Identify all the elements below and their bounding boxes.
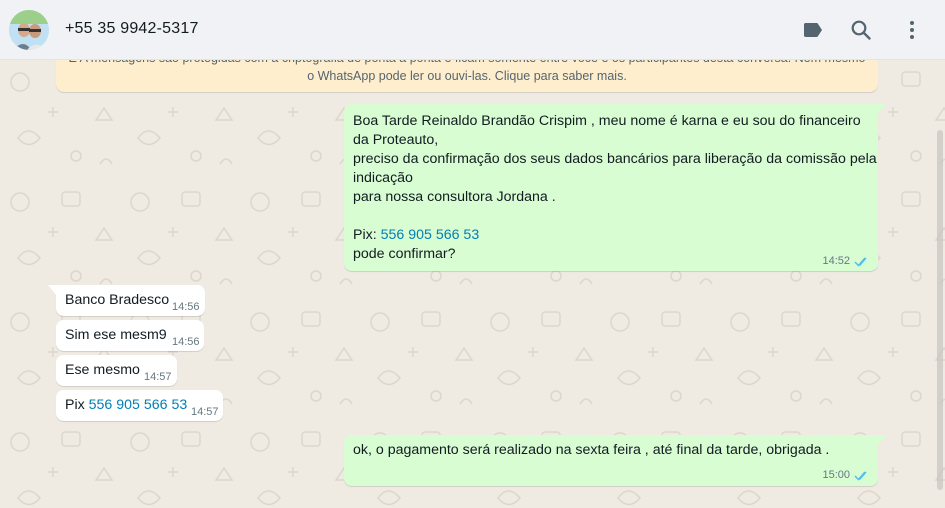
message-line: indicação	[353, 170, 413, 186]
search-icon[interactable]	[849, 18, 873, 42]
menu-icon[interactable]	[900, 18, 924, 42]
pix-label: Pix	[65, 397, 89, 413]
avatar-photo	[9, 10, 49, 50]
message-time: 14:56	[172, 301, 200, 313]
pix-phone-link[interactable]: 556 905 566 53	[381, 227, 480, 243]
message-text: Sim ese mesm9	[65, 327, 167, 343]
outgoing-message[interactable]: Boa Tarde Reinaldo Brandão Crispim , meu…	[344, 104, 886, 271]
message-time: 14:57	[191, 406, 219, 418]
message-line: Pix: 556 905 566 53	[353, 226, 479, 245]
label-icon[interactable]	[801, 18, 825, 42]
pix-phone-link[interactable]: 556 905 566 53	[89, 397, 188, 413]
message-list[interactable]: E A mensagens são protegidas com a cript…	[0, 60, 945, 508]
encryption-notice[interactable]: E A mensagens são protegidas com a cript…	[56, 60, 878, 92]
message-text: Banco Bradesco	[65, 292, 170, 308]
bubble-tail	[48, 285, 56, 295]
double-check-icon	[854, 257, 867, 267]
message-text: Pix 556 905 566 53	[65, 396, 187, 415]
message-time: 14:56	[172, 336, 200, 348]
message-line: Boa Tarde Reinaldo Brandão Crispim , meu…	[353, 113, 861, 129]
pix-label: Pix:	[353, 227, 381, 243]
message-line: preciso da confirmação dos seus dados ba…	[353, 151, 877, 167]
encryption-notice-line-2: o WhatsApp pode ler ou ouvi-las. Clique …	[307, 69, 627, 83]
message-time: 15:00	[822, 469, 850, 481]
chat-header: +55 35 9942-5317	[0, 0, 945, 60]
message-time: 14:52	[822, 255, 850, 267]
bubble-tail	[878, 104, 886, 114]
incoming-message[interactable]: Ese mesmo 14:57	[56, 355, 177, 386]
double-check-icon	[854, 471, 867, 481]
whatsapp-window: +55 35 9942-5317 o WhatsApp pode ler ou …	[0, 0, 945, 508]
contact-name[interactable]: +55 35 9942-5317	[65, 20, 199, 38]
message-time: 14:57	[144, 371, 172, 383]
message-text: Ese mesmo	[65, 362, 140, 378]
incoming-message[interactable]: Pix 556 905 566 53 14:57	[56, 390, 223, 421]
message-line: para nossa consultora Jordana .	[353, 189, 556, 205]
message-text: ok, o pagamento será realizado na sexta …	[353, 442, 830, 458]
message-line: pode confirmar?	[353, 246, 456, 262]
incoming-message[interactable]: Banco Bradesco 14:56	[48, 285, 205, 316]
incoming-message[interactable]: Sim ese mesm9 14:56	[56, 320, 204, 351]
contact-avatar[interactable]	[9, 10, 49, 50]
bubble-tail	[878, 435, 886, 445]
message-line: da Proteauto,	[353, 132, 439, 148]
outgoing-message[interactable]: ok, o pagamento será realizado na sexta …	[344, 435, 886, 486]
chat-scrollbar[interactable]	[937, 130, 943, 490]
